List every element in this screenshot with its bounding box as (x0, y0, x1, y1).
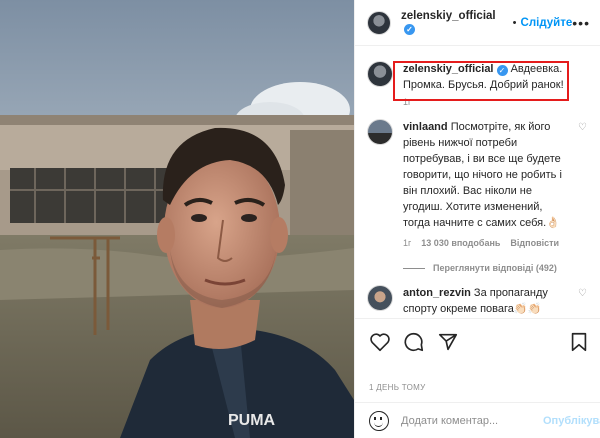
caption-time: 1г (403, 97, 412, 107)
more-icon[interactable]: ••• (572, 15, 590, 31)
comment-likes[interactable]: 13 030 вподобань (421, 238, 500, 248)
share-paper-plane-icon[interactable] (437, 331, 459, 353)
post-actions-bar (355, 318, 600, 364)
view-replies-label: Переглянути відповіді (492) (433, 263, 557, 273)
reply-button[interactable]: Відповісти (510, 238, 559, 248)
avatar[interactable] (367, 10, 391, 35)
comment-avatar[interactable] (367, 285, 393, 311)
post-date: 1 ДЕНЬ ТОМУ (369, 383, 426, 392)
verified-badge-icon: ✓ (496, 65, 508, 76)
username-text[interactable]: zelenskiy_official (401, 10, 496, 22)
post-details-panel: zelenskiy_official✓ • Слідуйте ••• zelen… (354, 0, 600, 438)
comment-bubble-icon[interactable] (403, 331, 425, 353)
like-comment-heart-icon[interactable]: ♡ (578, 289, 588, 299)
comment-time: 1г (403, 238, 412, 248)
caption-username[interactable]: zelenskiy_official (403, 63, 494, 75)
emoji-icon[interactable] (369, 410, 389, 431)
comment-item: vinlaand Посмотріте, як його рівень нижч… (355, 107, 600, 231)
post-header: zelenskiy_official ✓ • Слідуйте ••• (355, 0, 600, 46)
caption-avatar[interactable] (367, 61, 393, 87)
caption-text-block: zelenskiy_official ✓ Авдеевка. Промка. Бр… (403, 61, 590, 93)
svg-text:PUMA: PUMA (228, 412, 276, 429)
header-username[interactable]: zelenskiy_official ✓ (401, 10, 509, 35)
like-comment-heart-icon[interactable]: ♡ (578, 123, 588, 133)
save-bookmark-icon[interactable] (568, 331, 590, 353)
selfie-image: PUMA (0, 0, 354, 438)
caption: zelenskiy_official ✓ Авдеевка. Промка. Бр… (355, 47, 600, 93)
comment-input[interactable] (401, 414, 543, 427)
comment-item: anton_rezvin За пропаганду спорту окреме… (355, 273, 600, 317)
add-comment-bar: Опублікувати (355, 402, 600, 438)
comment-text-block: vinlaand Посмотріте, як його рівень нижч… (403, 119, 563, 231)
comment-text-block: anton_rezvin За пропаганду спорту окреме… (403, 285, 563, 317)
post-photo[interactable]: PUMA (0, 0, 354, 438)
follow-button[interactable]: Слідуйте (521, 17, 573, 29)
view-replies-button[interactable]: Переглянути відповіді (492) (403, 263, 600, 273)
separator-dot: • (512, 16, 517, 29)
verified-badge-icon: ✓ (404, 24, 415, 35)
like-heart-icon[interactable] (369, 331, 391, 353)
comment-avatar[interactable] (367, 119, 393, 145)
replies-divider (403, 267, 425, 269)
comment-meta: 1г 13 030 вподобань Відповісти (403, 238, 600, 248)
publish-button[interactable]: Опублікувати (543, 415, 600, 427)
comment-username[interactable]: vinlaand (403, 121, 448, 133)
comments-list[interactable]: zelenskiy_official ✓ Авдеевка. Промка. Бр… (355, 47, 600, 317)
comment-username[interactable]: anton_rezvin (403, 287, 471, 299)
comment-text: Посмотріте, як його рівень нижчої потреб… (403, 121, 562, 229)
